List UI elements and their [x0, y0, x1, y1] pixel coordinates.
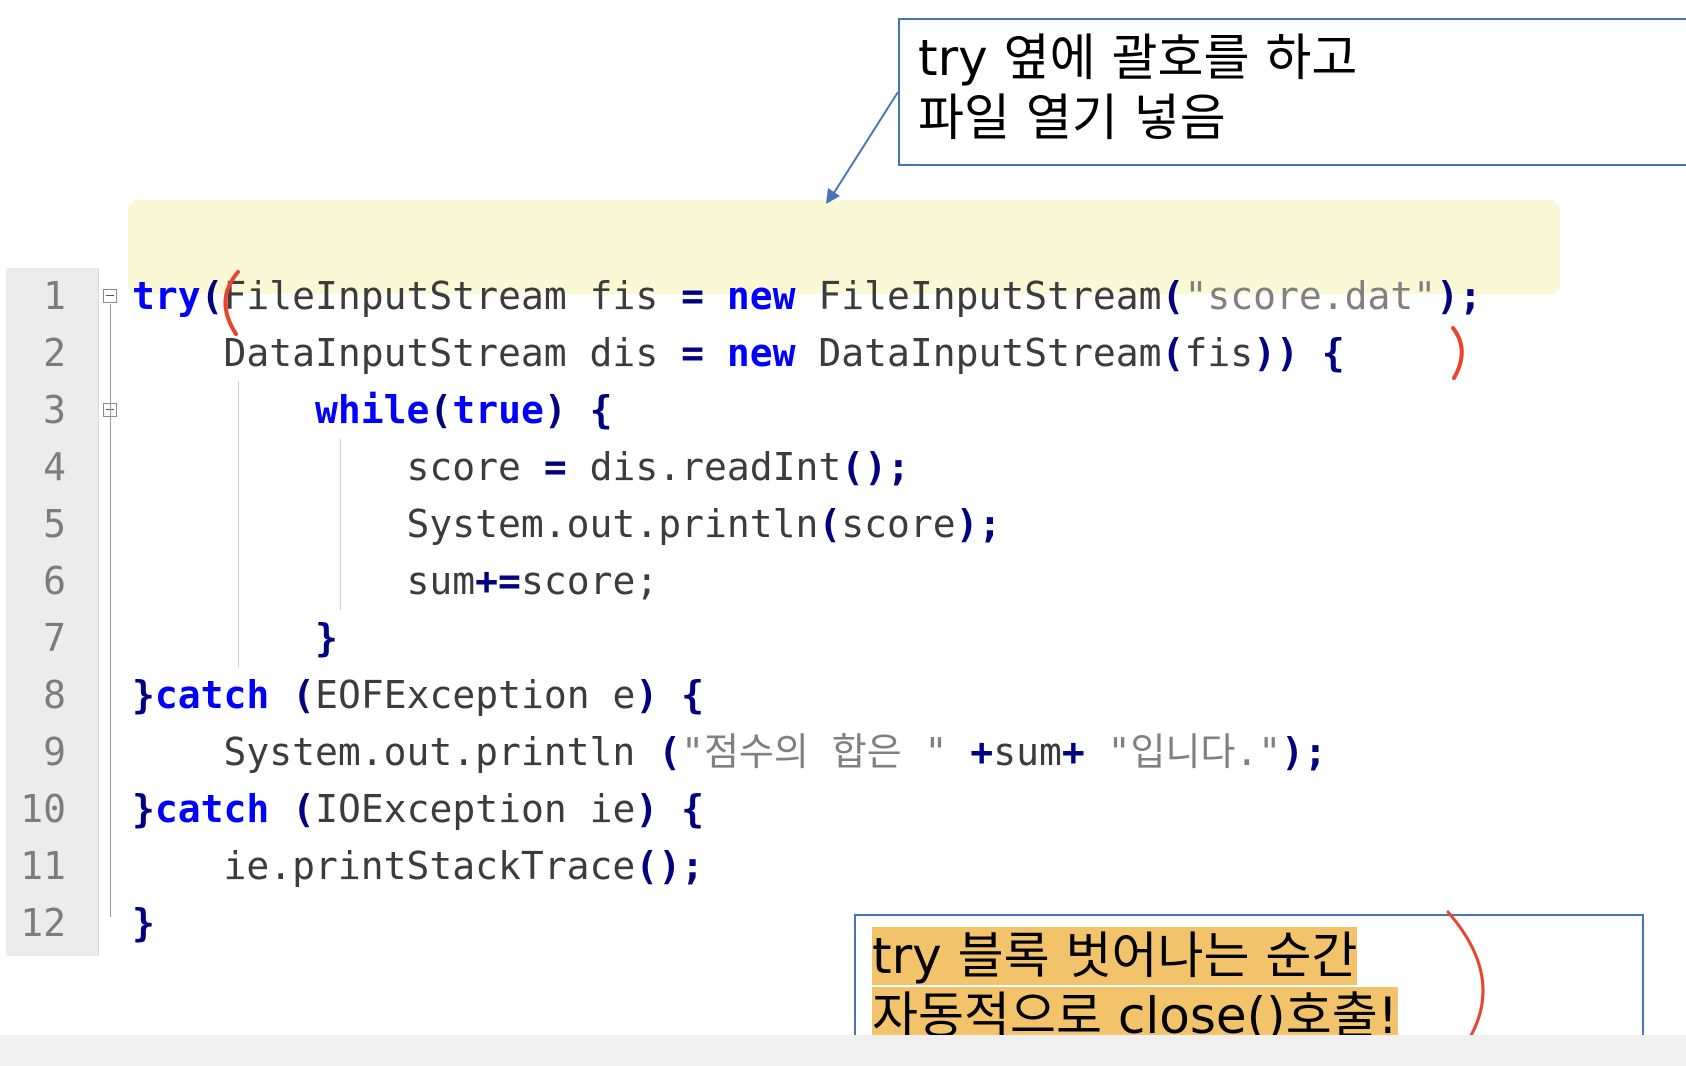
callout-arrow-line — [831, 91, 899, 197]
red-close-paren-mark — [1451, 326, 1464, 380]
callout-arrow-head-icon — [826, 188, 840, 204]
annotation-overlay — [223, 91, 1485, 1064]
red-open-paren-mark — [223, 270, 240, 336]
bottom-strip — [0, 1035, 1686, 1066]
